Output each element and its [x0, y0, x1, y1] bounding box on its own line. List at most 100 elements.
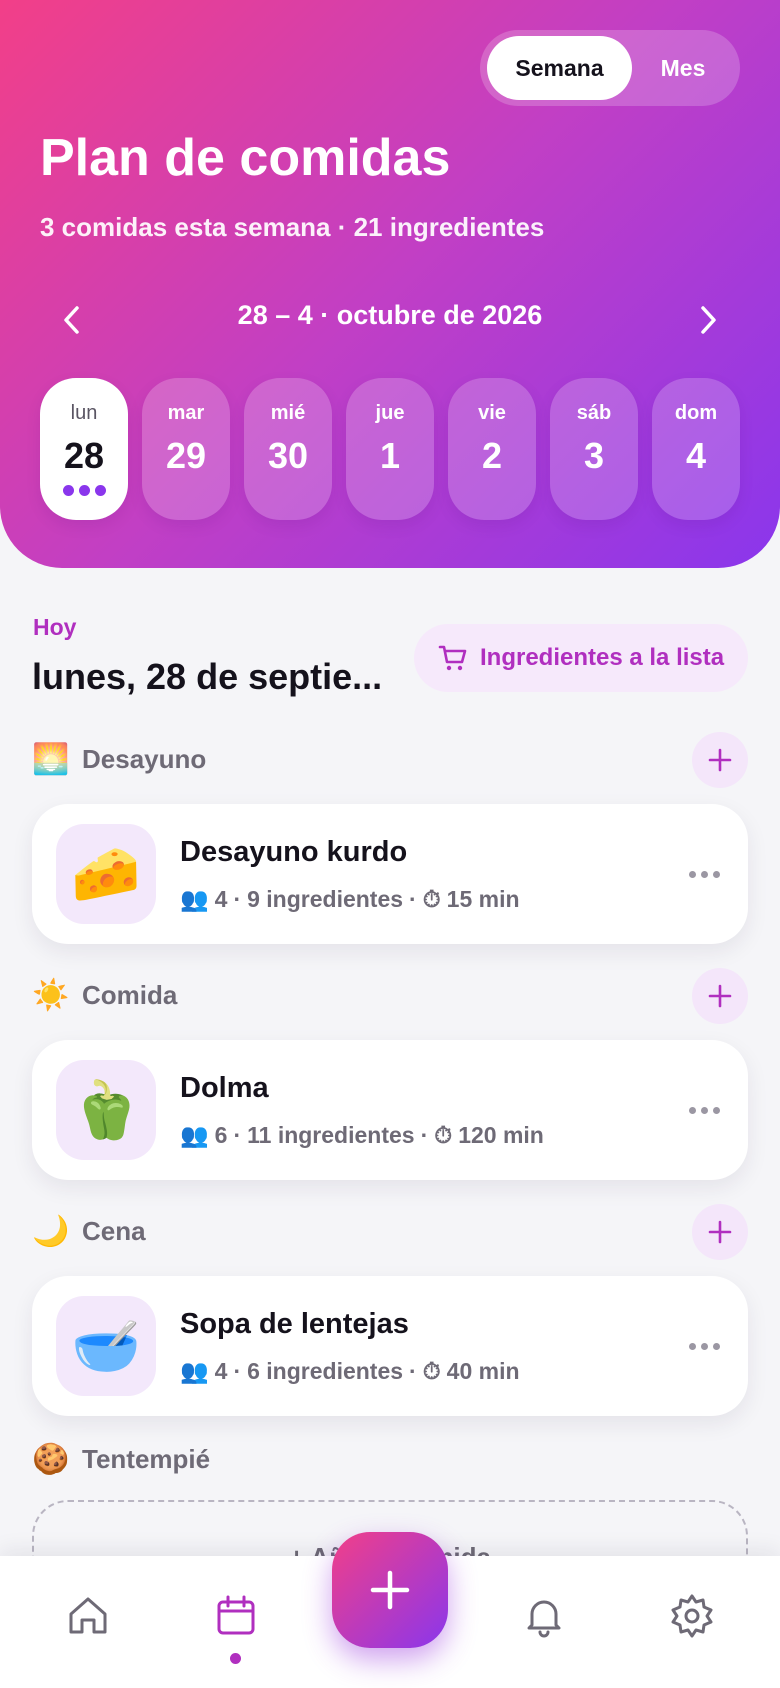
meta-separator: · — [409, 886, 417, 912]
today-date: lunes, 28 de septie... — [32, 656, 383, 697]
people-icon: 👥 — [180, 1358, 209, 1384]
day-number: 1 — [379, 435, 401, 476]
people-icon: 👥 — [180, 1122, 209, 1148]
moon-icon: 🌙 — [32, 1215, 70, 1248]
meta-separator: · — [420, 1122, 429, 1148]
meal-title: Dolma — [180, 1072, 269, 1104]
add-meal-fab[interactable] — [332, 1532, 448, 1648]
timer-icon: ⏱ — [422, 886, 441, 912]
sun-icon: ☀️ — [32, 979, 70, 1012]
day-number: 28 — [63, 435, 105, 476]
meta-separator: · — [409, 1358, 417, 1384]
meta-separator: · — [233, 1122, 242, 1148]
home-icon — [69, 1597, 107, 1634]
more-options-button[interactable] — [684, 1090, 724, 1130]
page-title: Plan de comidas — [40, 129, 451, 187]
meta-separator: · — [233, 886, 242, 912]
plus-icon — [708, 984, 732, 1008]
add-icon — [370, 1570, 410, 1610]
day-number: 29 — [165, 435, 207, 476]
people-icon: 👥 — [180, 886, 209, 912]
meal-title: Sopa de lentejas — [180, 1308, 409, 1340]
sunrise-icon: 🌅 — [32, 743, 70, 776]
meal-meta: 👥 4 · 9 ingredientes · ⏱ 15 min — [180, 886, 520, 913]
page-subtitle: 3 comidas esta semana · 21 ingredientes — [40, 212, 545, 242]
day-chip-sab[interactable]: sáb 3 — [550, 378, 638, 520]
meal-card-sopa-de-lentejas[interactable]: 🥣 Sopa de lentejas 👥 4 · 6 ingredientes … — [32, 1276, 748, 1416]
day-chip-lun[interactable]: lun 28 — [40, 378, 128, 520]
meal-section-comida: ☀️ Comida — [32, 966, 748, 1026]
bell-icon — [527, 1600, 561, 1638]
ingredient-count: 9 ingredientes — [247, 886, 404, 912]
tab-home[interactable] — [58, 1586, 118, 1646]
prep-time: 15 min — [446, 886, 520, 912]
meal-title: Desayuno kurdo — [180, 836, 408, 868]
chevron-left-icon — [64, 306, 79, 334]
tab-calendar[interactable] — [206, 1586, 266, 1646]
meal-section-label: Comida — [82, 980, 178, 1010]
meal-section-cena: 🌙 Cena — [32, 1202, 748, 1262]
add-ingredients-label: Ingredientes a la lista — [480, 644, 725, 671]
day-name: mié — [270, 402, 306, 424]
header-hero: Semana Mes Plan de comidas 3 comidas est… — [0, 0, 780, 568]
add-ingredients-to-list-button[interactable]: Ingredientes a la lista — [414, 624, 748, 692]
meal-section-label: Desayuno — [82, 744, 207, 774]
meal-section-desayuno: 🌅 Desayuno — [32, 730, 748, 790]
day-name: vie — [478, 402, 506, 424]
meal-dots — [40, 485, 128, 496]
month-toggle-button[interactable]: Mes — [632, 36, 734, 100]
view-toggle: Semana Mes — [480, 30, 740, 106]
day-chip-dom[interactable]: dom 4 — [652, 378, 740, 520]
day-chip-jue[interactable]: jue 1 — [346, 378, 434, 520]
day-number: 30 — [267, 435, 309, 476]
next-week-button[interactable] — [686, 298, 730, 342]
prep-time: 40 min — [446, 1358, 520, 1384]
day-chip-mie[interactable]: mié 30 — [244, 378, 332, 520]
bowl-icon: 🥣 — [56, 1296, 156, 1396]
plus-icon — [708, 1220, 732, 1244]
meta-separator: · — [233, 1358, 242, 1384]
more-options-button[interactable] — [684, 1326, 724, 1366]
pepper-icon: 🫑 — [56, 1060, 156, 1160]
cookie-icon: 🍪 — [32, 1443, 70, 1476]
more-options-button[interactable] — [684, 854, 724, 894]
meal-card-dolma[interactable]: 🫑 Dolma 👥 6 · 11 ingredientes · ⏱ 120 mi… — [32, 1040, 748, 1180]
day-chip-vie[interactable]: vie 2 — [448, 378, 536, 520]
plus-icon — [708, 748, 732, 772]
week-day-strip: lun 28 mar 29 mié 30 jue 1 vie 2 sáb 3 d… — [40, 378, 740, 520]
day-name: dom — [674, 402, 718, 424]
cart-icon — [438, 645, 467, 671]
servings-count: 4 — [214, 886, 228, 912]
tab-settings[interactable] — [662, 1586, 722, 1646]
tab-notifications[interactable] — [514, 1586, 574, 1646]
timer-icon: ⏱ — [422, 1358, 441, 1384]
today-label: Hoy — [33, 614, 77, 640]
meal-meta: 👥 4 · 6 ingredientes · ⏱ 40 min — [180, 1358, 520, 1385]
meal-card-desayuno-kurdo[interactable]: 🧀 Desayuno kurdo 👥 4 · 9 ingredientes · … — [32, 804, 748, 944]
meal-section-label: Cena — [82, 1216, 146, 1246]
servings-count: 4 — [214, 1358, 228, 1384]
ingredient-count: 11 ingredientes — [247, 1122, 415, 1148]
day-name: mar — [167, 402, 205, 424]
add-lunch-button[interactable] — [692, 968, 748, 1024]
day-number: 4 — [685, 435, 707, 476]
previous-week-button[interactable] — [50, 298, 94, 342]
prep-time: 120 min — [458, 1122, 544, 1148]
cheese-icon: 🧀 — [56, 824, 156, 924]
day-name: lun — [70, 402, 98, 424]
day-number: 3 — [583, 435, 605, 476]
add-breakfast-button[interactable] — [692, 732, 748, 788]
timer-icon: ⏱ — [434, 1122, 453, 1148]
day-chip-mar[interactable]: mar 29 — [142, 378, 230, 520]
week-toggle-button[interactable]: Semana — [487, 36, 632, 100]
chevron-right-icon — [701, 306, 716, 334]
day-name: jue — [375, 402, 405, 424]
add-dinner-button[interactable] — [692, 1204, 748, 1260]
active-tab-indicator — [230, 1653, 241, 1664]
meal-section-tentempie: 🍪 Tentempié — [32, 1430, 748, 1490]
meal-meta: 👥 6 · 11 ingredientes · ⏱ 120 min — [180, 1122, 544, 1149]
gear-icon — [671, 1594, 713, 1638]
ingredient-count: 6 ingredientes — [247, 1358, 404, 1384]
meal-section-label: Tentempié — [82, 1444, 211, 1474]
calendar-icon — [217, 1595, 255, 1635]
